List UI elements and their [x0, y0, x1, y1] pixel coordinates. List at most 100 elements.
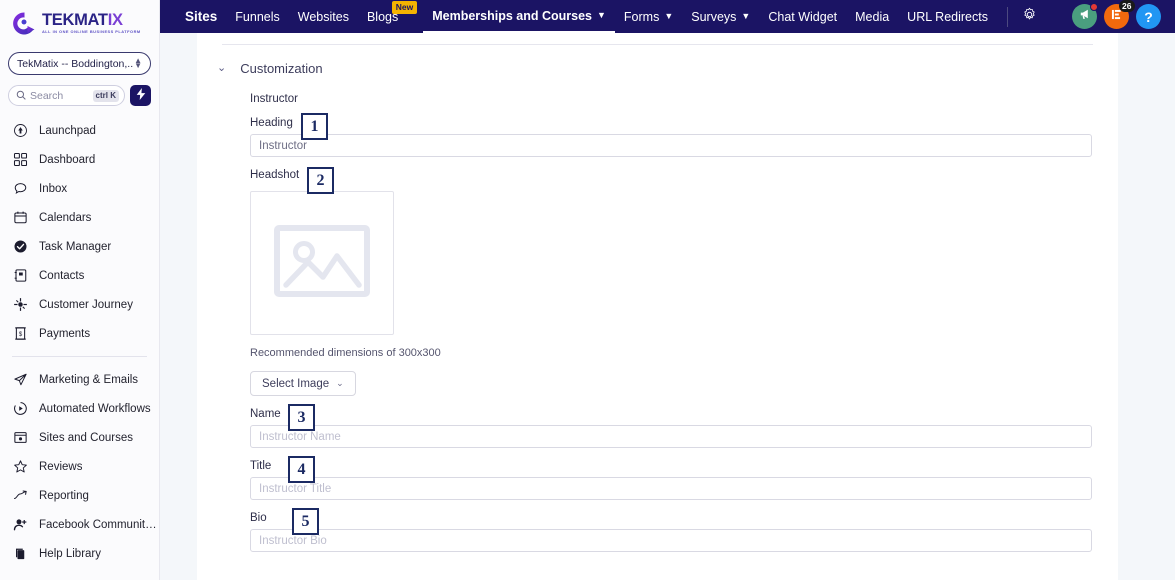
sidebar-item-launchpad[interactable]: Launchpad	[0, 116, 159, 145]
main-content-panel: ⌄ Customization Instructor Heading 1 Ins…	[197, 33, 1118, 580]
input-name[interactable]: Instructor Name	[250, 425, 1092, 448]
sidebar-item-sites-and-courses[interactable]: Sites and Courses	[0, 423, 159, 452]
headshot-upload-box[interactable]	[250, 191, 394, 335]
sidebar-item-label: Task Manager	[39, 240, 112, 253]
sidebar-item-customer-journey[interactable]: Customer Journey	[0, 290, 159, 319]
sidebar: TEKMATIX ALL IN ONE ONLINE BUSINESS PLAT…	[0, 0, 160, 580]
settings-button[interactable]	[1018, 5, 1042, 29]
section-customization-header[interactable]: ⌄ Customization	[217, 61, 1118, 76]
nav-item-surveys[interactable]: Surveys ▼	[682, 0, 759, 33]
sidebar-item-label: Calendars	[39, 211, 92, 224]
nav-item-label: Chat Widget	[768, 9, 838, 24]
contacts-book-icon	[13, 268, 28, 283]
svg-text:$: $	[19, 332, 23, 338]
image-placeholder-icon	[274, 224, 370, 302]
chevron-down-icon: ⌄	[336, 378, 344, 388]
nav-separator	[1006, 6, 1008, 27]
sidebar-item-label: Reporting	[39, 489, 89, 502]
announcement-icon	[1078, 7, 1092, 26]
field-name: Name 3 Instructor Name	[250, 396, 1118, 448]
check-circle-icon	[13, 239, 28, 254]
sidebar-item-facebook-community[interactable]: Facebook Community G...	[0, 510, 159, 539]
unread-dot	[1090, 3, 1098, 11]
nav-item-forms[interactable]: Forms ▼	[615, 0, 682, 33]
sidebar-item-reporting[interactable]: Reporting	[0, 481, 159, 510]
sidebar-item-help-library[interactable]: Help Library	[0, 539, 159, 568]
user-plus-icon	[13, 517, 28, 532]
dashboard-grid-icon	[13, 152, 28, 167]
sidebar-item-payments[interactable]: $ Payments	[0, 319, 159, 348]
sidebar-item-label: Payments	[39, 327, 91, 340]
input-heading-value: Instructor	[259, 139, 307, 152]
sidebar-item-task-manager[interactable]: Task Manager	[0, 232, 159, 261]
input-name-placeholder: Instructor Name	[259, 430, 341, 443]
quick-actions-button[interactable]	[130, 85, 151, 106]
search-placeholder: Search	[30, 89, 64, 102]
gear-icon	[1022, 7, 1037, 27]
sidebar-item-calendars[interactable]: Calendars	[0, 203, 159, 232]
nav-item-label: Surveys	[691, 9, 737, 24]
tekmatix-logo-icon	[12, 11, 37, 36]
nav-item-media[interactable]: Media	[846, 0, 898, 33]
nav-item-label: Sites	[185, 9, 218, 24]
input-heading[interactable]: Instructor	[250, 134, 1092, 157]
logo-wordmark: TEKMATIX	[42, 11, 123, 30]
sidebar-divider	[12, 356, 147, 357]
input-title-placeholder: Instructor Title	[259, 482, 332, 495]
search-icon	[16, 87, 26, 105]
sidebar-item-label: Automated Workflows	[39, 402, 151, 415]
field-bio: Bio 5 Instructor Bio	[250, 500, 1118, 552]
nav-item-label: Funnels	[235, 9, 280, 24]
sidebar-item-reviews[interactable]: Reviews	[0, 452, 159, 481]
sidebar-item-label: Reviews	[39, 460, 83, 473]
search-input[interactable]: Search ctrl K	[8, 85, 125, 106]
annotation-badge-2: 2	[307, 167, 334, 194]
field-label-bio: Bio	[250, 512, 267, 524]
select-image-button[interactable]: Select Image ⌄	[250, 371, 356, 396]
input-title[interactable]: Instructor Title	[250, 477, 1092, 500]
help-icon: ?	[1144, 8, 1153, 25]
annotation-badge-3: 3	[288, 404, 315, 431]
nav-item-funnels[interactable]: Funnels	[226, 0, 288, 33]
nav-item-label: Media	[855, 9, 890, 24]
field-label-title: Title	[250, 460, 272, 472]
sidebar-item-automated-workflows[interactable]: Automated Workflows	[0, 394, 159, 423]
field-headshot: Headshot 2 Recommended dimensions of 300…	[250, 157, 1118, 396]
sidebar-item-label: Help Library	[39, 547, 101, 560]
chat-bubble-icon	[13, 181, 28, 196]
calendar-icon	[13, 210, 28, 225]
lightning-bolt-icon	[136, 87, 146, 105]
chevron-down-icon: ▼	[597, 10, 606, 20]
nav-item-blogs[interactable]: Blogs New	[358, 0, 418, 33]
sidebar-item-inbox[interactable]: Inbox	[0, 174, 159, 203]
sidebar-item-marketing-emails[interactable]: Marketing & Emails	[0, 365, 159, 394]
input-bio[interactable]: Instructor Bio	[250, 529, 1092, 552]
nav-item-url-redirects[interactable]: URL Redirects	[898, 0, 997, 33]
select-image-label: Select Image	[262, 377, 330, 390]
headshot-recommendation-text: Recommended dimensions of 300x300	[250, 347, 441, 359]
notifications-button[interactable]: 26	[1104, 0, 1135, 29]
sidebar-nav-primary: Launchpad Dashboard Inbox Calendars Task…	[0, 116, 159, 348]
help-button[interactable]: ?	[1136, 4, 1161, 29]
search-shortcut-hint: ctrl K	[92, 89, 119, 102]
chevron-down-icon: ⌄	[217, 62, 227, 74]
field-label-name: Name	[250, 408, 281, 420]
play-circle-icon	[13, 401, 28, 416]
notifications-count-badge: 26	[1118, 0, 1135, 13]
sidebar-item-dashboard[interactable]: Dashboard	[0, 145, 159, 174]
stepper-icon: ▲ ▼	[134, 55, 142, 70]
nav-item-memberships-and-courses[interactable]: Memberships and Courses ▼	[423, 0, 615, 33]
nav-item-websites[interactable]: Websites	[289, 0, 358, 33]
announcement-button[interactable]	[1072, 3, 1098, 29]
nav-item-sites[interactable]: Sites	[176, 0, 226, 33]
sidebar-item-contacts[interactable]: Contacts	[0, 261, 159, 290]
logo-wordmark-accent: IX	[107, 11, 123, 30]
paper-plane-icon	[13, 372, 28, 387]
nav-item-label: URL Redirects	[907, 9, 988, 24]
books-icon	[13, 546, 28, 561]
app-logo[interactable]: TEKMATIX ALL IN ONE ONLINE BUSINESS PLAT…	[0, 0, 159, 46]
trend-up-icon	[13, 488, 28, 503]
field-title: Title 4 Instructor Title	[250, 448, 1118, 500]
account-selector[interactable]: TekMatix -- Boddington,... ▲ ▼	[8, 52, 151, 75]
nav-item-chat-widget[interactable]: Chat Widget	[759, 0, 846, 33]
